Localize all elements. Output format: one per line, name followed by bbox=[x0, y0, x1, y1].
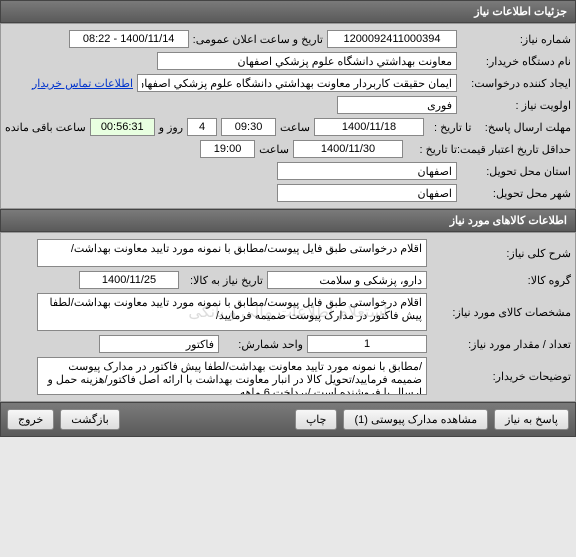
buyer-notes-label: توضیحات خریدار: bbox=[431, 370, 571, 383]
priority-label: اولویت نیاز : bbox=[461, 99, 571, 112]
buyer-input[interactable] bbox=[157, 52, 457, 70]
spec-label: مشخصات کالای مورد نیاز: bbox=[431, 306, 571, 319]
creator-label: ایجاد کننده درخواست: bbox=[461, 77, 571, 90]
print-button[interactable]: چاپ bbox=[295, 409, 338, 430]
unit-label: واحد شمارش: bbox=[223, 338, 303, 351]
deadline-time-input[interactable] bbox=[221, 118, 276, 136]
buyer-notes-textarea[interactable] bbox=[37, 357, 427, 395]
priority-input[interactable] bbox=[337, 96, 457, 114]
province-input[interactable] bbox=[277, 162, 457, 180]
remaining-label: ساعت باقی مانده bbox=[5, 121, 86, 134]
goods-info-header: اطلاعات کالاهای مورد نیاز bbox=[0, 209, 576, 232]
time-label-1: ساعت bbox=[280, 121, 310, 134]
bottom-toolbar: پاسخ به نیاز مشاهده مدارک پیوستی (1) چاپ… bbox=[0, 402, 576, 437]
respond-button[interactable]: پاسخ به نیاز bbox=[494, 409, 569, 430]
province-label: استان محل تحویل: bbox=[461, 165, 571, 178]
city-input[interactable] bbox=[277, 184, 457, 202]
to-date-label: تا تاریخ : bbox=[428, 121, 471, 134]
group-label: گروه کالا: bbox=[431, 274, 571, 287]
group-input[interactable] bbox=[267, 271, 427, 289]
announce-input[interactable] bbox=[69, 30, 189, 48]
validity-date-input[interactable] bbox=[293, 140, 403, 158]
need-number-label: شماره نیاز: bbox=[461, 33, 571, 46]
exit-button[interactable]: خروج bbox=[7, 409, 54, 430]
time-label-2: ساعت bbox=[259, 143, 289, 156]
back-button[interactable]: بازگشت bbox=[60, 409, 120, 430]
announce-label: تاریخ و ساعت اعلان عمومی: bbox=[193, 33, 323, 46]
deadline-date-input[interactable] bbox=[314, 118, 424, 136]
days-and-label: روز و bbox=[159, 121, 183, 134]
qty-label: تعداد / مقدار مورد نیاز: bbox=[431, 338, 571, 351]
unit-input[interactable] bbox=[99, 335, 219, 353]
attachments-button[interactable]: مشاهده مدارک پیوستی (1) bbox=[343, 409, 488, 430]
countdown-input bbox=[90, 118, 155, 136]
buyer-label: نام دستگاه خریدار: bbox=[461, 55, 571, 68]
days-count-input bbox=[187, 118, 217, 136]
spec-textarea[interactable] bbox=[37, 293, 427, 331]
buyer-contact-link[interactable]: اطلاعات تماس خریدار bbox=[32, 77, 133, 90]
creator-input[interactable] bbox=[137, 74, 457, 92]
need-info-section: شماره نیاز: تاریخ و ساعت اعلان عمومی: نا… bbox=[0, 23, 576, 209]
validity-label: حداقل تاریخ اعتبار قیمت: bbox=[461, 143, 571, 156]
need-date-input[interactable] bbox=[79, 271, 179, 289]
qty-input[interactable] bbox=[307, 335, 427, 353]
need-info-header: جزئیات اطلاعات نیاز bbox=[0, 0, 576, 23]
need-number-input[interactable] bbox=[327, 30, 457, 48]
deadline-label: مهلت ارسال پاسخ: bbox=[475, 121, 571, 134]
goods-info-section: شرح کلی نیاز: گروه کالا: تاریخ نیاز به ک… bbox=[0, 232, 576, 402]
validity-time-input[interactable] bbox=[200, 140, 255, 158]
need-date-label: تاریخ نیاز به کالا: bbox=[183, 274, 263, 287]
summary-label: شرح کلی نیاز: bbox=[431, 247, 571, 260]
city-label: شهر محل تحویل: bbox=[461, 187, 571, 200]
summary-textarea[interactable] bbox=[37, 239, 427, 267]
validity-to-label: تا تاریخ : bbox=[407, 143, 457, 156]
